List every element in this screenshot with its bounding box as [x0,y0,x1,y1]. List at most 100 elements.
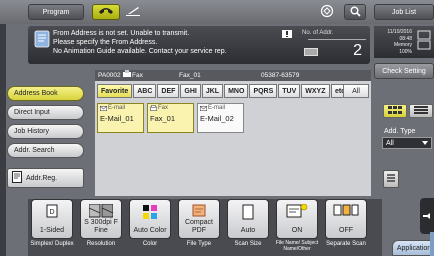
color-label: Color [142,241,158,247]
chevron-down-icon [422,141,428,145]
destination-list: E-mail E-Mail_01 Fax Fax_01 E-mail E-Mai… [97,103,244,133]
separate-scan-button[interactable]: OFF [325,199,367,239]
nav-addr-reg[interactable]: Addr.Reg. [7,168,84,188]
counter-meter-icon [320,4,334,20]
grid-view-icon [388,106,402,116]
fax-handset-icon [98,6,114,18]
add-type-label: Add. Type [384,128,416,135]
detail-list-icon [386,173,396,185]
file-name-label: File Name/ Subject Name/Other [275,240,319,252]
check-setting-button[interactable]: Check Setting [374,63,434,79]
pdf-file-icon [192,204,206,219]
tx-destination-name: Fax_01 [179,72,201,79]
index-tab-pqrs[interactable]: PQRS [249,84,278,98]
settings-bar: D 1-Sided S 300dpi F Fine Auto Color Com… [28,199,382,256]
index-tab-ghi[interactable]: GHI [180,84,201,98]
fax-small-icon [123,70,131,81]
transmission-info-strip: PA0002 Fax Fax_01 05387-63579 [95,70,371,81]
destination-item[interactable]: E-mail E-Mail_02 [197,103,244,133]
list-view-button[interactable] [409,104,433,118]
color-value: Auto Color [133,227,167,234]
destination-type: E-mail [100,105,125,111]
animation-guide-icon [34,30,50,50]
destination-type: E-mail [200,105,225,111]
file-type-button[interactable]: Compact PDF [178,199,220,239]
message-text: From Address is not set. Unable to trans… [53,29,227,56]
search-icon [350,6,361,19]
top-bar: Program Job List [0,0,434,24]
message-line: Please specify the From Address. [53,39,158,46]
message-panel: From Address is not set. Unable to trans… [28,26,370,64]
file-type-label: File Type [186,241,212,247]
resolution-button[interactable]: S 300dpi F Fine [80,199,122,239]
email-icon [100,105,107,111]
address-register-icon [12,171,22,185]
fax-mode-button[interactable] [92,4,120,20]
index-tab-mno[interactable]: MNO [224,84,249,98]
resolution-icon [88,203,114,220]
scan-tray-icon [125,5,141,19]
tx-mode: Fax [132,72,143,79]
resolution-label: Resolution [86,241,116,247]
destination-item[interactable]: Fax Fax_01 [147,103,194,133]
separate-scan-label: Separate Scan [326,241,366,247]
file-name-button[interactable]: ON [276,199,318,239]
destination-type: Fax [150,105,168,111]
simplex-duplex-label: Simplex/ Duplex [30,241,74,247]
destination-item[interactable]: E-mail E-Mail_01 [97,103,144,133]
index-tab-tuv[interactable]: TUV [278,84,301,98]
destination-name: E-Mail_01 [100,114,134,123]
program-button[interactable]: Program [28,4,84,20]
icon-view-button[interactable] [383,104,407,118]
addr-reg-label: Addr.Reg. [26,174,58,182]
index-tab-jkl[interactable]: JKL [201,84,224,98]
scan-mode-button[interactable] [122,4,144,20]
fax-icon [150,105,157,111]
scan-size-value: Auto [240,227,256,234]
expand-panel-button[interactable] [420,198,434,234]
index-tab-favorite[interactable]: Favorite [97,84,133,98]
color-mode-icon [142,204,158,222]
left-navigation: Address Book Direct Input Job History Ad… [0,81,92,196]
address-book-panel: Favorite ABC DEF GHI JKL MNO PQRS TUV WX… [95,81,371,196]
detail-button[interactable] [383,170,399,188]
separate-scan-value: OFF [339,227,353,234]
status-box: 11/10/2016 08:48 Memory 100% [374,26,434,58]
scan-size-button[interactable]: Auto [227,199,269,239]
nav-job-history[interactable]: Job History [7,124,84,139]
add-type-value: All [386,140,394,147]
resolution-value: S 300dpi F Fine [84,219,118,234]
color-button[interactable]: Auto Color [129,199,171,239]
destination-name: Fax_01 [150,114,176,123]
tx-destination-number: 05387-63579 [261,72,300,79]
list-view-icon [414,106,428,116]
job-list-button[interactable]: Job List [374,4,434,20]
destination-name: E-Mail_02 [200,114,234,123]
nav-addr-search[interactable]: Addr. Search [7,143,84,158]
file-type-value: Compact PDF [184,219,213,234]
application-button[interactable]: Application [392,240,434,256]
message-line: From Address is not set. Unable to trans… [53,30,190,37]
index-tab-wxyz[interactable]: WXYZ [301,84,330,98]
single-sided-icon: D [45,204,59,222]
index-tab-def[interactable]: DEF [157,84,180,98]
simplex-duplex-value: 1-Sided [39,227,65,234]
scroll-indicator [430,232,434,256]
memory-value: 100% [399,48,412,55]
file-name-icon [286,203,308,222]
info-flag-icon [282,30,292,42]
add-type-select[interactable]: All [382,137,432,149]
device-status-icon [417,30,431,53]
svg-text:D: D [49,209,54,216]
counter-button[interactable] [316,4,338,20]
sender-id: PA0002 [98,72,121,79]
email-icon [200,105,207,111]
simplex-duplex-button[interactable]: D 1-Sided [31,199,73,239]
nav-direct-input[interactable]: Direct Input [7,105,84,120]
index-tabs: Favorite ABC DEF GHI JKL MNO PQRS TUV WX… [97,84,350,98]
search-button[interactable] [344,4,366,20]
index-tab-abc[interactable]: ABC [133,84,157,98]
address-count: 2 [308,39,366,61]
all-button[interactable]: All [343,84,369,98]
nav-address-book[interactable]: Address Book [7,86,84,101]
